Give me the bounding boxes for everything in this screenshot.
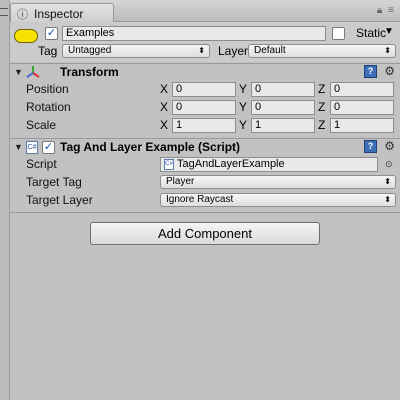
target-tag-dropdown[interactable]: Player ⬍ [160,175,396,189]
tab-bar: ⓘ Inspector 🔒︎ ≡ [10,0,400,23]
left-dock-strip [0,0,10,400]
axis-y-label: Y [239,100,248,114]
target-layer-label: Target Layer [26,193,93,207]
scale-y-field[interactable]: 1 [251,118,315,133]
updown-arrows-icon: ⬍ [198,46,205,55]
rotation-y-field[interactable]: 0 [251,100,315,115]
lock-icon[interactable]: 🔒︎ [377,5,382,16]
updown-arrows-icon: ⬍ [384,195,391,204]
rotation-z-field[interactable]: 0 [330,100,394,115]
script-enabled-checkbox[interactable]: ✓ [42,141,55,154]
static-checkbox[interactable] [332,27,345,40]
transform-header[interactable]: ▼ Transform ? ⚙ [10,63,400,81]
scale-label: Scale [26,118,57,132]
gear-icon[interactable]: ⚙ [384,64,395,78]
transform-title: Transform [60,65,119,79]
layer-label: Layer [218,44,249,58]
help-icon[interactable]: ? [364,65,377,78]
rotation-x-field[interactable]: 0 [172,100,236,115]
tag-dropdown[interactable]: Untagged ⬍ [62,44,210,58]
script-label: Script [26,157,57,171]
script-file-icon: C# [164,159,174,170]
target-layer-value: Ignore Raycast [166,194,234,205]
tab-inspector[interactable]: ⓘ Inspector [10,3,114,23]
gameobject-name-field[interactable]: Examples [62,26,326,41]
axis-z-label: Z [318,82,326,96]
rotation-label: Rotation [26,100,71,114]
axis-x-label: X [160,100,169,114]
position-label: Position [26,82,69,96]
axis-x-label: X [160,82,169,96]
script-object-field[interactable]: C# TagAndLayerExample [160,157,378,172]
static-label: Static [356,26,387,40]
axis-z-label: Z [318,118,326,132]
target-tag-label: Target Tag [26,175,82,189]
gear-icon[interactable]: ⚙ [384,139,395,153]
foldout-icon[interactable]: ▼ [14,67,23,77]
inspector-panel: ⓘ Inspector 🔒︎ ≡ ✓ Examples Static ▼ Tag… [10,0,400,400]
axis-z-label: Z [318,100,326,114]
scale-x-field[interactable]: 1 [172,118,236,133]
add-component-button[interactable]: Add Component [90,222,320,245]
tab-actions: 🔒︎ ≡ [377,5,394,16]
updown-arrows-icon: ⬍ [384,177,391,186]
layer-dropdown-value: Default [254,45,286,56]
tab-label: Inspector [34,6,84,21]
position-z-field[interactable]: 0 [330,82,394,97]
help-icon[interactable]: ? [364,140,377,153]
script-component-header[interactable]: ▼ C# ✓ Tag And Layer Example (Script) ? … [10,138,400,156]
position-x-field[interactable]: 0 [172,82,236,97]
info-icon: ⓘ [17,8,28,21]
script-object-value: TagAndLayerExample [177,158,285,170]
axis-y-label: Y [239,118,248,132]
chevron-down-icon[interactable]: ▼ [384,26,394,37]
dock-menu-icon[interactable] [0,8,8,16]
script-icon: C# [26,141,38,154]
transform-axes-icon [26,65,40,79]
target-layer-dropdown[interactable]: Ignore Raycast ⬍ [160,193,396,207]
updown-arrows-icon: ⬍ [384,46,391,55]
object-picker-icon[interactable]: ⊙ [385,159,393,170]
script-component-title: Tag And Layer Example (Script) [60,140,241,154]
position-y-field[interactable]: 0 [251,82,315,97]
panel-menu-icon[interactable]: ≡ [388,5,394,16]
foldout-icon[interactable]: ▼ [14,142,23,152]
axis-y-label: Y [239,82,248,96]
target-tag-value: Player [166,176,195,187]
gameobject-icon[interactable] [14,29,38,43]
gameobject-header: ✓ Examples Static ▼ Tag Untagged ⬍ Layer… [10,22,400,62]
scale-z-field[interactable]: 1 [330,118,394,133]
divider [10,212,400,213]
active-checkbox[interactable]: ✓ [45,27,58,40]
axis-x-label: X [160,118,169,132]
tag-dropdown-value: Untagged [68,45,112,56]
tag-label: Tag [38,44,58,58]
layer-dropdown[interactable]: Default ⬍ [248,44,396,58]
